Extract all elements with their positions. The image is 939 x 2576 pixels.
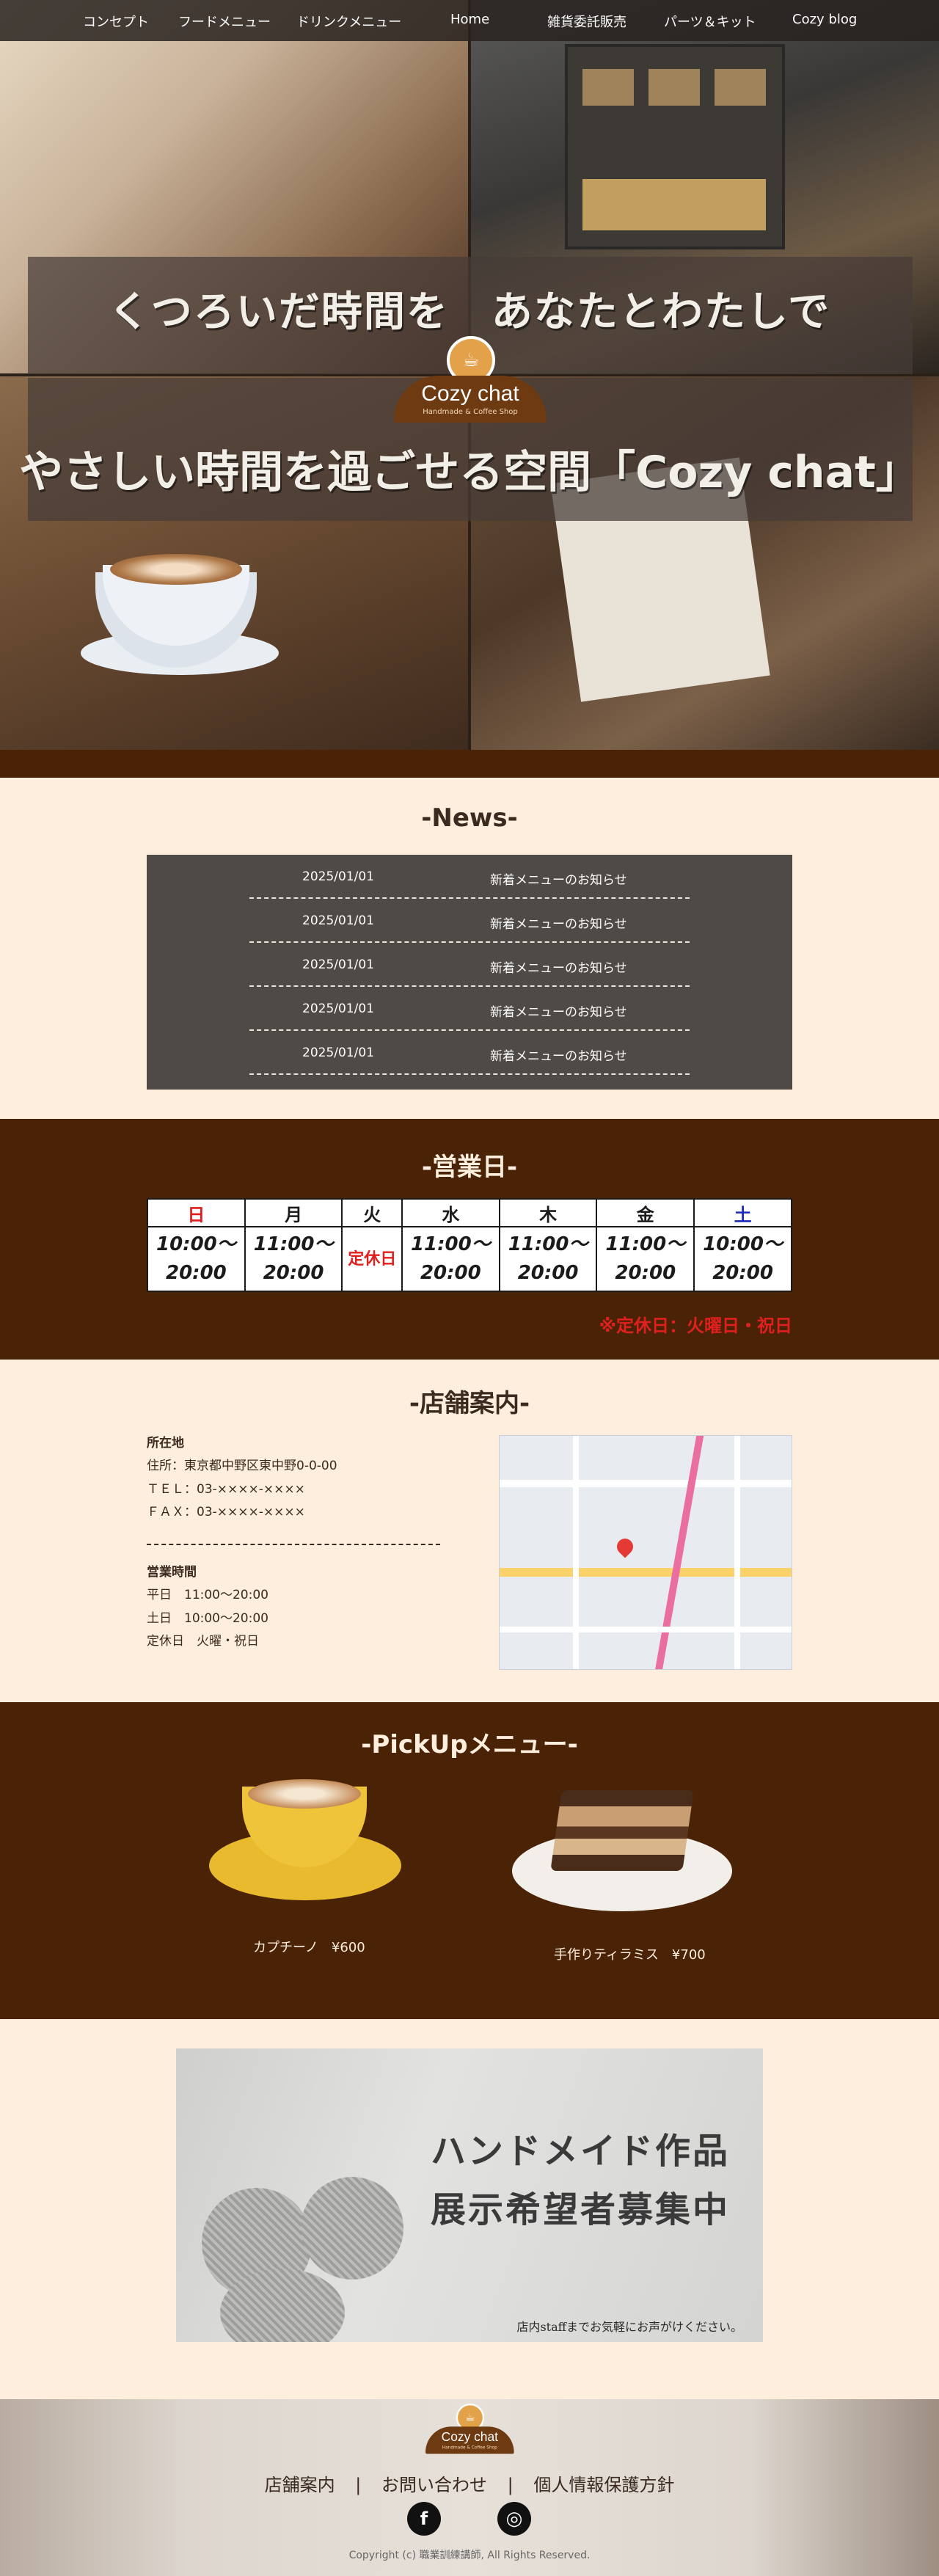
news-text[interactable]: 新着メニューのお知らせ (490, 1001, 627, 1020)
hours-sun: 10:00～ 20:00 (147, 1226, 246, 1292)
instagram-icon[interactable]: ◎ (497, 2502, 531, 2536)
news-title: -News- (421, 803, 518, 833)
day-tue: 火 (341, 1198, 403, 1227)
pickup-section: -PickUpメニュー- カプチーノ ¥600 手作りティラミス ¥700 (0, 1702, 939, 2019)
divider-strip (0, 750, 939, 778)
nav-drink-menu[interactable]: ドリンクメニュー (296, 12, 401, 31)
info-divider (147, 1544, 440, 1545)
top-nav: コンセプト フードメニュー ドリンクメニュー Home 雑貨委託販売 パーツ＆キ… (0, 0, 939, 41)
footer-link-contact[interactable]: お問い合わせ (381, 2475, 487, 2495)
yarn-ball (301, 2177, 403, 2280)
map-pin-icon (613, 1535, 637, 1558)
pickup-item-label[interactable]: カプチーノ ¥600 (253, 1937, 365, 1956)
store-title: -店舗案内- (409, 1389, 530, 1418)
hours-sat: 10:00～ 20:00 (693, 1226, 792, 1292)
hours-closed: 定休日 火曜・祝日 (147, 1634, 259, 1649)
hero-headline-2: やさしい時間を過ごせる空間「Cozy chat」 (19, 447, 920, 498)
storefront-building (565, 44, 785, 249)
logo-sub: Handmade & Coffee Shop (442, 2445, 497, 2451)
day-wed: 水 (401, 1198, 500, 1227)
news-item[interactable]: 2025/01/01 新着メニューのお知らせ (249, 1031, 690, 1075)
banner-subtitle: 店内staffまでお気軽にお声がけください。 (516, 2320, 742, 2334)
news-date: 2025/01/01 (302, 957, 374, 972)
day-sun: 日 (147, 1198, 246, 1227)
footer-link-store[interactable]: 店舗案内 (265, 2475, 335, 2495)
handmade-recruitment-banner[interactable]: ハンドメイド作品 展示希望者募集中 店内staffまでお気軽にお声がけください。 (176, 2048, 763, 2342)
news-date: 2025/01/01 (302, 869, 374, 884)
facebook-icon[interactable]: f (407, 2502, 441, 2536)
store-tel[interactable]: ＴＥＬ：03-××××-×××× (147, 1478, 337, 1501)
nav-home[interactable]: Home (450, 12, 489, 27)
footer-links: 店舗案内 | お問い合わせ | 個人情報保護方針 (0, 2470, 939, 2496)
hours-heading: 営業時間 (147, 1565, 197, 1580)
banner-title-1: ハンドメイド作品 (430, 2131, 730, 2172)
location-heading: 所在地 (147, 1436, 184, 1451)
news-item[interactable]: 2025/01/01 新着メニューのお知らせ (249, 855, 690, 899)
store-location: 所在地 住所：東京都中野区東中野0-0-00 ＴＥＬ：03-××××-×××× … (147, 1432, 337, 1525)
latte-art (110, 554, 242, 585)
banner-title-2: 展示希望者募集中 (430, 2189, 730, 2230)
footer-separator: | (507, 2475, 514, 2495)
closed-day-note: ※定休日：火曜日・祝日 (599, 1316, 792, 1336)
pickup-item-label[interactable]: 手作りティラミス ¥700 (554, 1944, 706, 1963)
logo-name: Cozy chat (441, 2429, 498, 2445)
news-text[interactable]: 新着メニューのお知らせ (490, 913, 627, 932)
business-days-title: -営業日- (421, 1153, 518, 1182)
day-fri: 金 (596, 1198, 695, 1227)
news-text[interactable]: 新着メニューのお知らせ (490, 869, 627, 888)
store-hours: 営業時間 平日 11:00～20:00 土日 10:00～20:00 定休日 火… (147, 1561, 268, 1654)
news-date: 2025/01/01 (302, 1001, 374, 1016)
tiramisu-cake (550, 1790, 694, 1871)
news-item[interactable]: 2025/01/01 新着メニューのお知らせ (249, 899, 690, 943)
day-thu: 木 (498, 1198, 598, 1227)
hours-weekend: 土日 10:00～20:00 (147, 1610, 268, 1626)
store-fax: ＦＡＸ：03-××××-×××× (147, 1505, 305, 1520)
day-mon: 月 (244, 1198, 343, 1227)
hours-thu: 11:00～ 20:00 (498, 1226, 598, 1292)
hours-wed: 11:00～ 20:00 (401, 1226, 500, 1292)
business-days-table: 日 月 火 水 木 金 土 10:00～ 20:00 11:00～ 20:00 定休… (147, 1198, 792, 1292)
news-date: 2025/01/01 (302, 913, 374, 928)
hero: くつろいだ時間を あなたとわたしで やさしい時間を過ごせる空間「Cozy cha… (0, 0, 939, 750)
hours-fri: 11:00～ 20:00 (596, 1226, 695, 1292)
footer-link-privacy[interactable]: 個人情報保護方針 (533, 2475, 674, 2495)
cappuccino-foam (248, 1779, 361, 1809)
news-text[interactable]: 新着メニューのお知らせ (490, 1046, 627, 1064)
logo-name: Cozy chat (421, 382, 519, 406)
nav-consignment[interactable]: 雑貨委託販売 (547, 12, 626, 31)
footer: ☕ Cozy chat Handmade & Coffee Shop 店舗案内 … (0, 2399, 939, 2576)
news-text[interactable]: 新着メニューのお知らせ (490, 957, 627, 976)
nav-food-menu[interactable]: フードメニュー (178, 12, 271, 31)
footer-separator: | (355, 2475, 362, 2495)
hours-tue: 定休日 (341, 1226, 403, 1292)
business-days-section: -営業日- 日 月 火 水 木 金 土 10:00～ 20:00 11:00～ 20… (0, 1119, 939, 1360)
day-sat: 土 (693, 1198, 792, 1227)
nav-parts-kits[interactable]: パーツ＆キット (664, 12, 756, 31)
hero-headline-1: くつろいだ時間を あなたとわたしで (108, 288, 831, 336)
news-item[interactable]: 2025/01/01 新着メニューのお知らせ (249, 987, 690, 1031)
news-date: 2025/01/01 (302, 1046, 374, 1060)
hours-weekday: 平日 11:00～20:00 (147, 1588, 268, 1603)
store-address: 住所：東京都中野区東中野0-0-00 (147, 1459, 337, 1474)
hours-mon: 11:00～ 20:00 (244, 1226, 343, 1292)
pickup-title: -PickUpメニュー- (361, 1730, 578, 1759)
copyright: Copyright (c) 職業訓練講師, All Rights Reserve… (348, 2550, 591, 2561)
nav-blog[interactable]: Cozy blog (792, 12, 857, 27)
logo-sub: Handmade & Coffee Shop (423, 408, 518, 416)
nav-concept[interactable]: コンセプト (83, 12, 149, 31)
news-item[interactable]: 2025/01/01 新着メニューのお知らせ (249, 943, 690, 987)
news-list: 2025/01/01 新着メニューのお知らせ 2025/01/01 新着メニュー… (147, 855, 792, 1090)
store-map[interactable] (499, 1435, 792, 1670)
footer-logo[interactable]: ☕ Cozy chat Handmade & Coffee Shop (425, 2404, 514, 2455)
hero-logo[interactable]: ☕ Cozy chat Handmade & Coffee Shop (394, 336, 547, 424)
